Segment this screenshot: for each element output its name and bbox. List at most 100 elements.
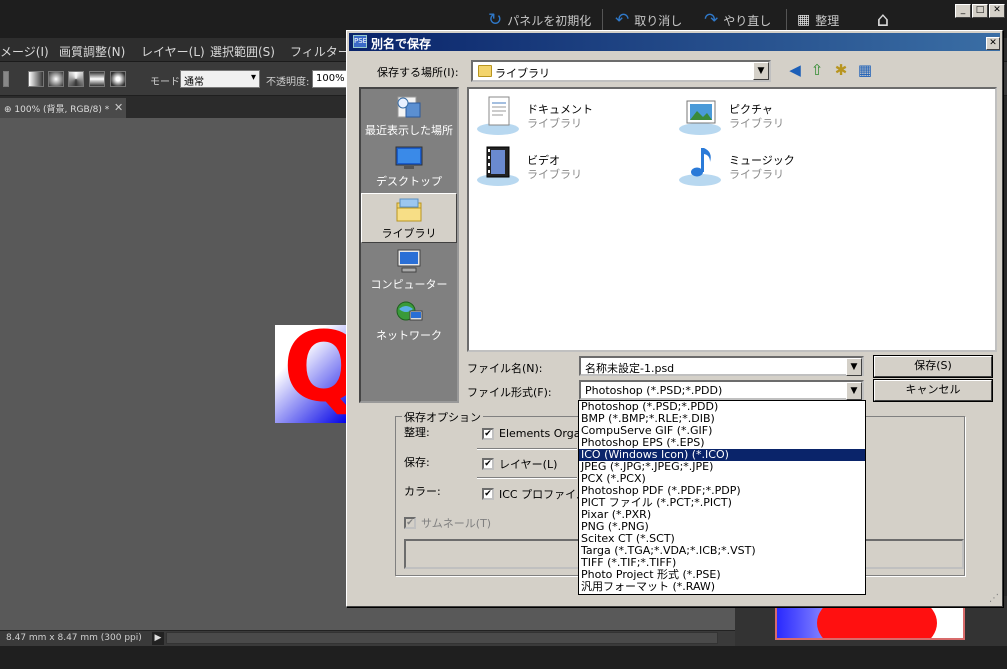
checkbox-checked[interactable]: ✔ — [482, 458, 494, 470]
filetype-option[interactable]: PICT ファイル (*.PCT;*.PICT) — [579, 497, 865, 509]
filetype-option[interactable]: Pixar (*.PXR) — [579, 509, 865, 521]
library-type: ライブラリ — [729, 117, 784, 130]
chevron-down-icon[interactable]: ▼ — [753, 62, 769, 80]
redo-button[interactable]: ↷ やり直し — [704, 10, 771, 30]
filetype-option[interactable]: Photoshop EPS (*.EPS) — [579, 437, 865, 449]
divider — [477, 448, 577, 449]
diamond-gradient-icon[interactable] — [110, 71, 126, 87]
checkbox-disabled: ✔ — [404, 517, 416, 529]
filetype-option-highlighted[interactable]: ICO (Windows Icon) (*.ICO) — [579, 449, 865, 461]
up-folder-icon[interactable]: ⇧ — [807, 60, 827, 80]
filetype-option[interactable]: Photoshop (*.PSD;*.PDD) — [579, 401, 865, 413]
resize-grip-icon[interactable]: ⋰ — [989, 593, 1001, 605]
chevron-down-icon[interactable]: ▼ — [846, 382, 862, 400]
status-menu-arrow-icon[interactable]: ▶ — [152, 632, 164, 645]
menu-select[interactable]: 選択範囲(S) — [210, 43, 275, 60]
save-button[interactable]: 保存(S) — [873, 355, 993, 378]
library-documents[interactable]: ドキュメント ライブラリ — [475, 93, 655, 139]
horizontal-scrollbar[interactable] — [166, 632, 718, 644]
icc-profile-checkbox[interactable]: ✔ ICC プロファイル( — [482, 486, 591, 502]
filetype-option[interactable]: CompuServe GIF (*.GIF) — [579, 425, 865, 437]
filetype-option[interactable]: PCX (*.PCX) — [579, 473, 865, 485]
filetype-option[interactable]: PNG (*.PNG) — [579, 521, 865, 533]
checkbox-checked[interactable]: ✔ — [482, 427, 494, 440]
filetype-dropdown-list[interactable]: Photoshop (*.PSD;*.PDD) BMP (*.BMP;*.RLE… — [578, 400, 866, 595]
redo-icon: ↷ — [704, 9, 719, 30]
place-libraries[interactable]: ライブラリ — [361, 193, 457, 243]
dialog-close-button[interactable]: ✕ — [986, 37, 1000, 50]
menu-enhance[interactable]: 画質調整(N) — [59, 43, 125, 60]
document-tab[interactable]: ⊕ 100% (背景, RGB/8) * ✕ — [0, 98, 126, 118]
document-tab-icon: ⊕ — [4, 105, 15, 115]
videos-icon — [477, 146, 519, 186]
app-icon: PSE — [353, 35, 367, 48]
radial-gradient-icon[interactable] — [48, 71, 64, 87]
divider — [477, 477, 577, 478]
minimize-button[interactable]: _ — [955, 4, 971, 18]
library-type: ライブラリ — [729, 168, 784, 181]
dialog-title: 別名で保存 — [371, 37, 432, 51]
filetype-option[interactable]: JPEG (*.JPG;*.JPEG;*.JPE) — [579, 461, 865, 473]
cancel-button[interactable]: キャンセル — [873, 379, 993, 402]
filename-input[interactable]: 名称未設定-1.psd ▼ — [579, 356, 864, 376]
close-icon[interactable]: ✕ — [114, 101, 123, 114]
reset-panels-button[interactable]: ↻ パネルを初期化 — [488, 10, 591, 30]
toolbar-divider — [602, 9, 603, 31]
filetype-option[interactable]: BMP (*.BMP;*.RLE;*.DIB) — [579, 413, 865, 425]
home-icon[interactable]: ⌂ — [872, 8, 894, 30]
filetype-option[interactable]: Photo Project 形式 (*.PSE) — [579, 569, 865, 581]
opacity-label: 不透明度: — [266, 77, 310, 88]
place-computer[interactable]: コンピューター — [361, 245, 457, 295]
organizer-checkbox[interactable]: ✔ Elements Organ — [482, 427, 587, 440]
organize-button[interactable]: ▦ 整理 — [797, 10, 839, 30]
checkbox-checked[interactable]: ✔ — [482, 488, 494, 500]
linear-gradient-icon[interactable] — [28, 71, 44, 87]
filename-label: ファイル名(N): — [467, 362, 543, 375]
menu-layer[interactable]: レイヤー(L) — [141, 43, 205, 60]
dialog-title-bar[interactable]: PSE 別名で保存 ✕ — [349, 33, 1000, 51]
color-label: カラー: — [404, 485, 441, 498]
menu-image[interactable]: メージ(I) — [0, 43, 49, 60]
document-tab-label: 100% (背景, RGB/8) * — [14, 105, 110, 115]
computer-icon — [397, 249, 421, 273]
layers-checkbox[interactable]: ✔ レイヤー(L) — [482, 456, 557, 472]
back-icon[interactable]: ◀ — [785, 60, 805, 80]
chevron-down-icon[interactable]: ▼ — [846, 358, 862, 376]
undo-button[interactable]: ↶ 取り消し — [615, 10, 682, 30]
filetype-option[interactable]: Targa (*.TGA;*.VDA;*.ICB;*.VST) — [579, 545, 865, 557]
grid-icon: ▦ — [797, 12, 811, 28]
filetype-label: ファイル形式(F): — [467, 386, 552, 399]
save-label: 保存: — [404, 456, 430, 469]
mode-select[interactable]: 通常 — [180, 70, 260, 88]
save-in-label: 保存する場所(I): — [377, 66, 459, 79]
artwork-image: Q — [275, 325, 347, 423]
filetype-option[interactable]: Scitex CT (*.SCT) — [579, 533, 865, 545]
filetype-option[interactable]: TIFF (*.TIF;*.TIFF) — [579, 557, 865, 569]
recent-places-icon — [397, 96, 421, 118]
artwork-letter: Q — [283, 325, 347, 423]
maximize-button[interactable]: □ — [972, 4, 988, 18]
library-videos[interactable]: ビデオ ライブラリ — [475, 144, 655, 190]
place-desktop[interactable]: デスクトップ — [361, 142, 457, 192]
thumbnail-checkbox: ✔ サムネール(T) — [404, 515, 491, 531]
filetype-option[interactable]: 汎用フォーマット (*.RAW) — [579, 581, 865, 593]
library-music[interactable]: ミュージック ライブラリ — [677, 144, 857, 190]
documents-icon — [477, 96, 519, 135]
angle-gradient-icon[interactable] — [68, 71, 84, 87]
filetype-option[interactable]: Photoshop PDF (*.PDF;*.PDP) — [579, 485, 865, 497]
options-handle[interactable] — [3, 71, 9, 87]
filetype-select[interactable]: Photoshop (*.PSD;*.PDD) ▼ — [579, 380, 864, 400]
view-menu-icon[interactable]: ▦ — [855, 60, 875, 80]
close-window-button[interactable]: ✕ — [989, 4, 1005, 18]
file-list[interactable]: ドキュメント ライブラリ ピクチャ ライブラリ ビデオ ライブラリ ミュージック… — [467, 87, 997, 352]
place-network[interactable]: ネットワーク — [361, 296, 457, 346]
save-in-select[interactable]: ライブラリ ▼ — [471, 60, 771, 82]
new-folder-icon[interactable]: ✱ — [831, 60, 851, 80]
document-size-text: 8.47 mm x 8.47 mm (300 ppi) — [6, 633, 142, 643]
library-pictures[interactable]: ピクチャ ライブラリ — [677, 93, 857, 139]
places-bar: 最近表示した場所 デスクトップ ライブラリ コンピューター ネットワーク — [359, 87, 459, 403]
save-options-legend: 保存オプション — [402, 409, 483, 425]
place-recent[interactable]: 最近表示した場所 — [361, 91, 457, 141]
reflected-gradient-icon[interactable] — [89, 71, 105, 87]
organize-label: 整理: — [404, 426, 430, 439]
